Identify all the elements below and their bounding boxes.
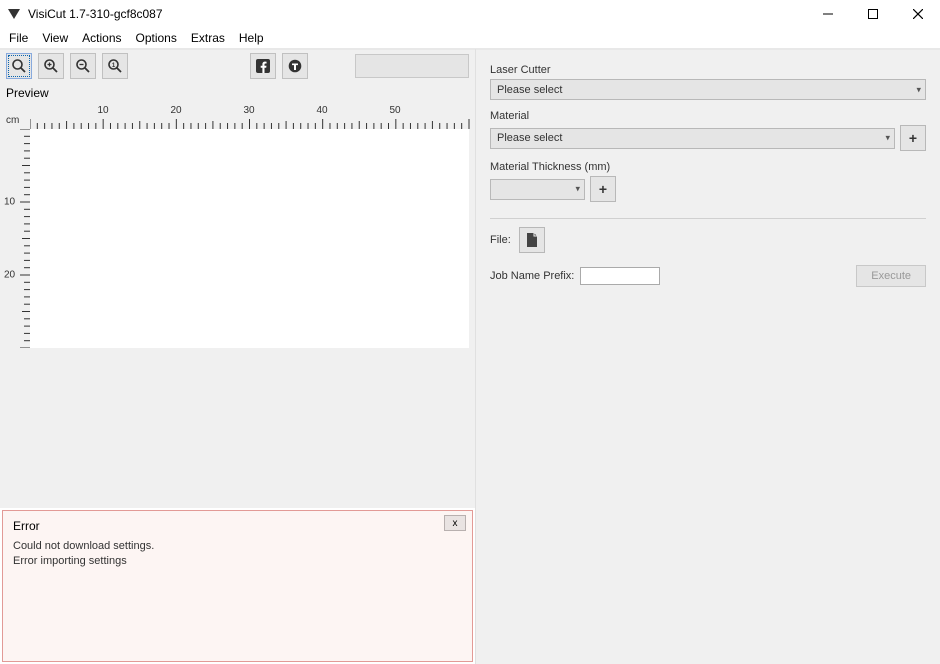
file-label: File:: [490, 234, 511, 246]
left-pane: 1 Preview cm: [0, 49, 476, 664]
chevron-down-icon: ▾: [916, 84, 921, 95]
toolbar: 1: [0, 49, 475, 83]
open-file-button[interactable]: [519, 227, 545, 253]
menu-view[interactable]: View: [35, 29, 75, 47]
menu-extras[interactable]: Extras: [184, 29, 232, 47]
preview-label: Preview: [0, 83, 475, 101]
job-name-input[interactable]: [580, 267, 660, 285]
ruler-unit: cm: [6, 115, 19, 126]
menu-help[interactable]: Help: [232, 29, 271, 47]
minimize-button[interactable]: [805, 0, 850, 28]
zoom-fit-button[interactable]: [6, 53, 32, 79]
zoom-in-button[interactable]: [38, 53, 64, 79]
job-name-label: Job Name Prefix:: [490, 270, 574, 282]
execute-button[interactable]: Execute: [856, 265, 926, 287]
preview-area: cm 10 20 30 4: [0, 101, 475, 348]
thickness-select[interactable]: ▾: [490, 179, 585, 200]
add-material-button[interactable]: +: [900, 125, 926, 151]
maximize-button[interactable]: [850, 0, 895, 28]
material-label: Material: [490, 110, 926, 122]
right-pane: Laser Cutter Please select ▾ Material Pl…: [476, 49, 940, 664]
error-panel: x Error Could not download settings. Err…: [2, 510, 473, 662]
error-message: Could not download settings. Error impor…: [13, 539, 462, 570]
vertical-ruler: 10 20: [0, 129, 30, 348]
horizontal-ruler: cm 10 20 30 4: [0, 101, 475, 129]
laser-cutter-select[interactable]: Please select ▾: [490, 79, 926, 100]
thickness-label: Material Thickness (mm): [490, 161, 926, 173]
ruler-x-40: 40: [316, 105, 327, 116]
add-thickness-button[interactable]: +: [590, 176, 616, 202]
error-title: Error: [13, 519, 462, 533]
error-close-button[interactable]: x: [444, 515, 466, 531]
window-controls: [805, 0, 940, 28]
divider: [490, 218, 926, 219]
ruler-x-50: 50: [389, 105, 400, 116]
left-spacer: [0, 348, 475, 508]
ruler-x-30: 30: [243, 105, 254, 116]
facebook-button[interactable]: [250, 53, 276, 79]
ruler-y-20: 20: [4, 270, 15, 281]
menu-actions[interactable]: Actions: [75, 29, 128, 47]
ruler-x-20: 20: [170, 105, 181, 116]
zoom-out-button[interactable]: [70, 53, 96, 79]
laser-cutter-label: Laser Cutter: [490, 64, 926, 76]
progress-indicator: [355, 54, 469, 78]
menubar: File View Actions Options Extras Help: [0, 28, 940, 49]
titlebar: VisiCut 1.7-310-gcf8c087: [0, 0, 940, 28]
preview-canvas[interactable]: [30, 129, 469, 348]
close-button[interactable]: [895, 0, 940, 28]
app-icon: [6, 6, 22, 22]
menu-options[interactable]: Options: [129, 29, 184, 47]
chevron-down-icon: ▾: [575, 184, 580, 195]
laser-cutter-value: Please select: [497, 84, 562, 96]
material-select[interactable]: Please select ▾: [490, 128, 895, 149]
window-title: VisiCut 1.7-310-gcf8c087: [28, 7, 163, 21]
chevron-down-icon: ▾: [885, 133, 890, 144]
main-split: 1 Preview cm: [0, 49, 940, 664]
menu-file[interactable]: File: [2, 29, 35, 47]
thingiverse-button[interactable]: [282, 53, 308, 79]
zoom-actual-button[interactable]: 1: [102, 53, 128, 79]
ruler-y-10: 10: [4, 197, 15, 208]
material-value: Please select: [497, 132, 562, 144]
ruler-x-10: 10: [97, 105, 108, 116]
